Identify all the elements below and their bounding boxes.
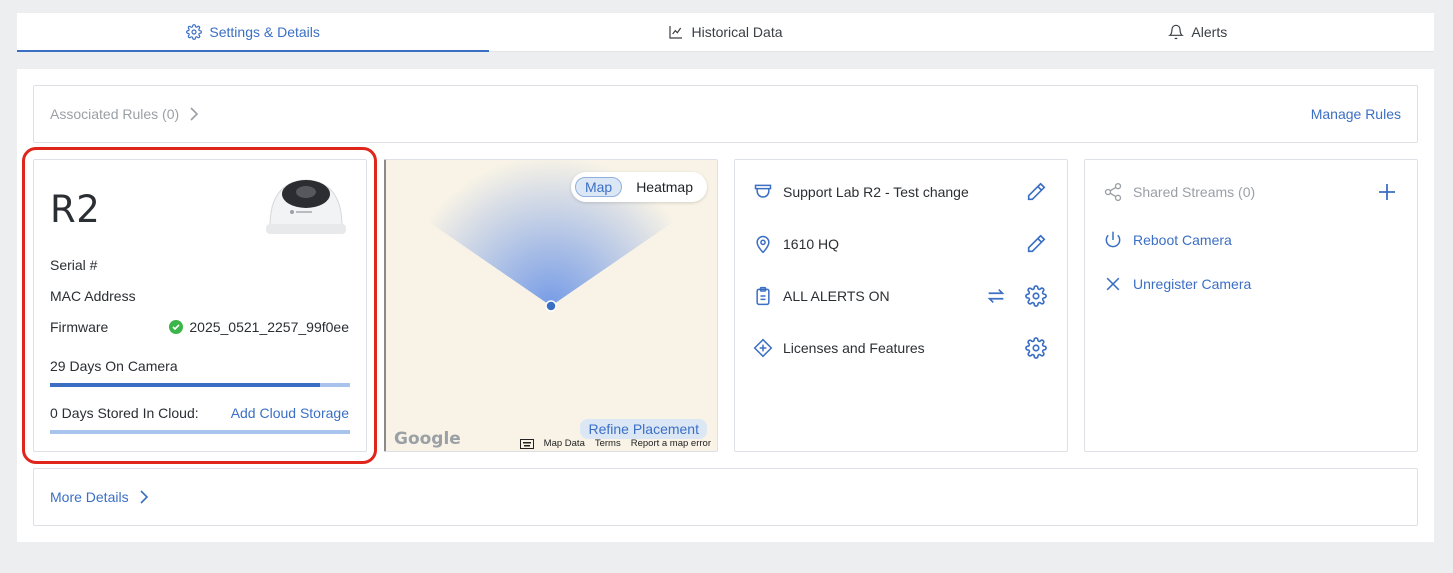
mac-address-label: MAC Address bbox=[50, 288, 136, 304]
add-cloud-storage-link[interactable]: Add Cloud Storage bbox=[231, 405, 349, 421]
camera-location-marker[interactable] bbox=[545, 300, 557, 312]
camera-name: R2 bbox=[50, 188, 101, 231]
field-of-view-cone bbox=[426, 160, 676, 312]
firmware-value: 2025_0521_2257_99f0ee bbox=[169, 319, 349, 335]
firmware-version: 2025_0521_2257_99f0ee bbox=[189, 319, 349, 335]
camera-label-text: Support Lab R2 - Test change bbox=[783, 184, 969, 200]
bell-icon bbox=[1168, 24, 1185, 40]
location-row: 1610 HQ bbox=[753, 232, 1047, 256]
diamond-plus-icon bbox=[753, 338, 773, 358]
pencil-icon[interactable] bbox=[1025, 233, 1047, 255]
alerts-status-text: ALL ALERTS ON bbox=[783, 288, 890, 304]
more-details-bar[interactable]: More Details bbox=[33, 468, 1418, 526]
alerts-row: ALL ALERTS ON bbox=[753, 284, 1047, 308]
report-map-error-link[interactable]: Report a map error bbox=[631, 438, 711, 449]
dome-camera-image bbox=[266, 179, 346, 234]
clipboard-icon bbox=[756, 286, 770, 306]
location-text: 1610 HQ bbox=[783, 236, 840, 252]
tab-bar: Settings & Details Historical Data Alert… bbox=[17, 13, 1434, 52]
camera-dome-icon bbox=[754, 184, 772, 198]
shared-streams-row: Shared Streams (0) bbox=[1103, 180, 1397, 204]
days-in-cloud-bar bbox=[50, 430, 350, 434]
gear-icon[interactable] bbox=[1025, 285, 1047, 307]
heatmap-option[interactable]: Heatmap bbox=[626, 177, 703, 197]
power-icon bbox=[1105, 231, 1121, 248]
camera-summary-card: R2 Serial # MAC Address Firmware 2025_05… bbox=[33, 159, 367, 452]
tab-alerts[interactable]: Alerts bbox=[962, 13, 1434, 51]
manage-rules-link[interactable]: Manage Rules bbox=[1311, 106, 1401, 122]
refine-placement-button[interactable]: Refine Placement bbox=[580, 419, 707, 439]
map-option[interactable]: Map bbox=[574, 177, 623, 197]
reboot-camera-button[interactable]: Reboot Camera bbox=[1103, 228, 1397, 252]
associated-rules-label: Associated Rules (0) bbox=[50, 106, 180, 122]
serial-label: Serial # bbox=[50, 257, 98, 273]
unregister-camera-label: Unregister Camera bbox=[1133, 276, 1252, 292]
gear-icon[interactable] bbox=[1025, 337, 1047, 359]
map-data-link[interactable]: Map Data bbox=[544, 438, 585, 449]
map-view-toggle: Map Heatmap bbox=[570, 172, 707, 202]
shared-streams-label: Shared Streams (0) bbox=[1133, 184, 1256, 200]
days-in-cloud-label: 0 Days Stored In Cloud: bbox=[50, 405, 199, 421]
tab-label: Historical Data bbox=[691, 24, 783, 40]
close-icon bbox=[1106, 277, 1120, 291]
share-icon bbox=[1104, 183, 1122, 201]
terms-link[interactable]: Terms bbox=[595, 438, 621, 449]
licenses-text: Licenses and Features bbox=[783, 340, 925, 356]
chevron-right-icon bbox=[140, 490, 148, 504]
firmware-label: Firmware bbox=[50, 319, 109, 335]
pencil-icon[interactable] bbox=[1025, 181, 1047, 203]
map-pin-icon bbox=[756, 235, 770, 254]
days-on-camera-fill bbox=[50, 383, 320, 387]
reboot-camera-label: Reboot Camera bbox=[1133, 232, 1232, 248]
associated-rules-bar: Associated Rules (0) Manage Rules bbox=[33, 85, 1418, 143]
camera-map[interactable]: Map Heatmap Refine Placement Google Map … bbox=[384, 159, 718, 452]
check-circle-icon bbox=[169, 320, 184, 334]
tab-historical-data[interactable]: Historical Data bbox=[489, 13, 961, 51]
keyboard-icon[interactable] bbox=[519, 438, 534, 449]
swap-arrows-icon[interactable] bbox=[985, 285, 1007, 307]
settings-panel: Associated Rules (0) Manage Rules R2 Ser… bbox=[17, 69, 1434, 542]
associated-rules-toggle[interactable]: Associated Rules (0) bbox=[50, 106, 199, 122]
google-logo: Google bbox=[394, 429, 461, 449]
camera-info-card: Support Lab R2 - Test change 1610 HQ ALL… bbox=[734, 159, 1068, 452]
camera-label-row: Support Lab R2 - Test change bbox=[753, 180, 1047, 204]
map-footer: Map Data Terms Report a map error bbox=[519, 438, 711, 449]
licenses-row: Licenses and Features bbox=[753, 336, 1047, 360]
more-details-link: More Details bbox=[50, 489, 129, 505]
chart-line-icon bbox=[669, 26, 683, 39]
days-on-camera-bar bbox=[50, 383, 350, 387]
tab-label: Alerts bbox=[1191, 24, 1228, 40]
tab-settings-details[interactable]: Settings & Details bbox=[17, 13, 490, 52]
gear-icon bbox=[186, 24, 203, 40]
add-stream-icon[interactable] bbox=[1377, 182, 1397, 202]
days-on-camera-label: 29 Days On Camera bbox=[50, 358, 178, 374]
tab-label: Settings & Details bbox=[209, 24, 320, 40]
unregister-camera-button[interactable]: Unregister Camera bbox=[1103, 272, 1397, 296]
camera-actions-card: Shared Streams (0) Reboot Camera Unregis… bbox=[1084, 159, 1418, 452]
chevron-right-icon bbox=[190, 107, 199, 121]
